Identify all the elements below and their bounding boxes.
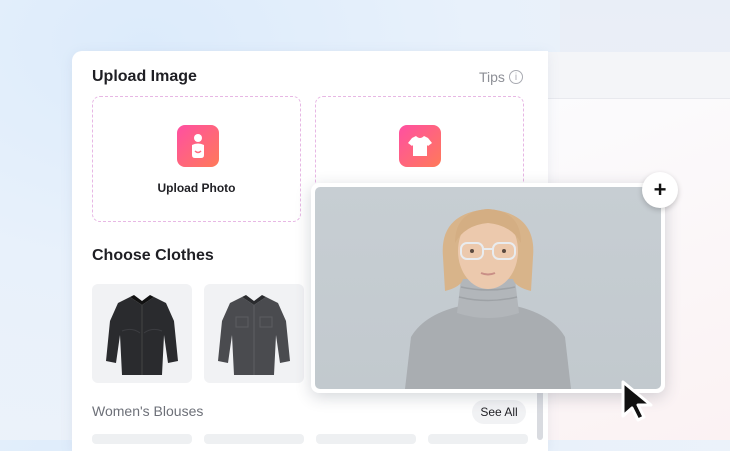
- upload-photo-box[interactable]: Upload Photo: [92, 96, 301, 222]
- tips-link[interactable]: Tips i: [479, 69, 523, 85]
- see-all-button[interactable]: See All: [472, 400, 526, 424]
- clothes-item-dark-grey-shirt[interactable]: [204, 284, 304, 383]
- upload-photo-label: Upload Photo: [157, 181, 236, 195]
- list-item[interactable]: [204, 434, 304, 444]
- list-item[interactable]: [428, 434, 528, 444]
- tips-label: Tips: [479, 69, 505, 85]
- shirt-icon: [106, 294, 178, 375]
- person-icon: [177, 125, 219, 167]
- model-photo-preview[interactable]: [311, 183, 665, 393]
- choose-clothes-title: Choose Clothes: [92, 247, 214, 264]
- arrow-cursor-icon: [618, 378, 658, 429]
- add-photo-button[interactable]: +: [642, 172, 678, 208]
- list-item[interactable]: [316, 434, 416, 444]
- upload-image-title: Upload Image: [92, 68, 197, 85]
- list-item[interactable]: [92, 434, 192, 444]
- clothes-item-black-shirt[interactable]: [92, 284, 192, 383]
- model-photo: [315, 187, 661, 389]
- info-icon: i: [508, 70, 523, 84]
- tshirt-icon: [399, 125, 441, 167]
- category-label: Women's Blouses: [92, 403, 204, 419]
- shirt-icon: [218, 294, 290, 375]
- result-panel-header: [548, 52, 730, 99]
- plus-icon: +: [653, 177, 667, 202]
